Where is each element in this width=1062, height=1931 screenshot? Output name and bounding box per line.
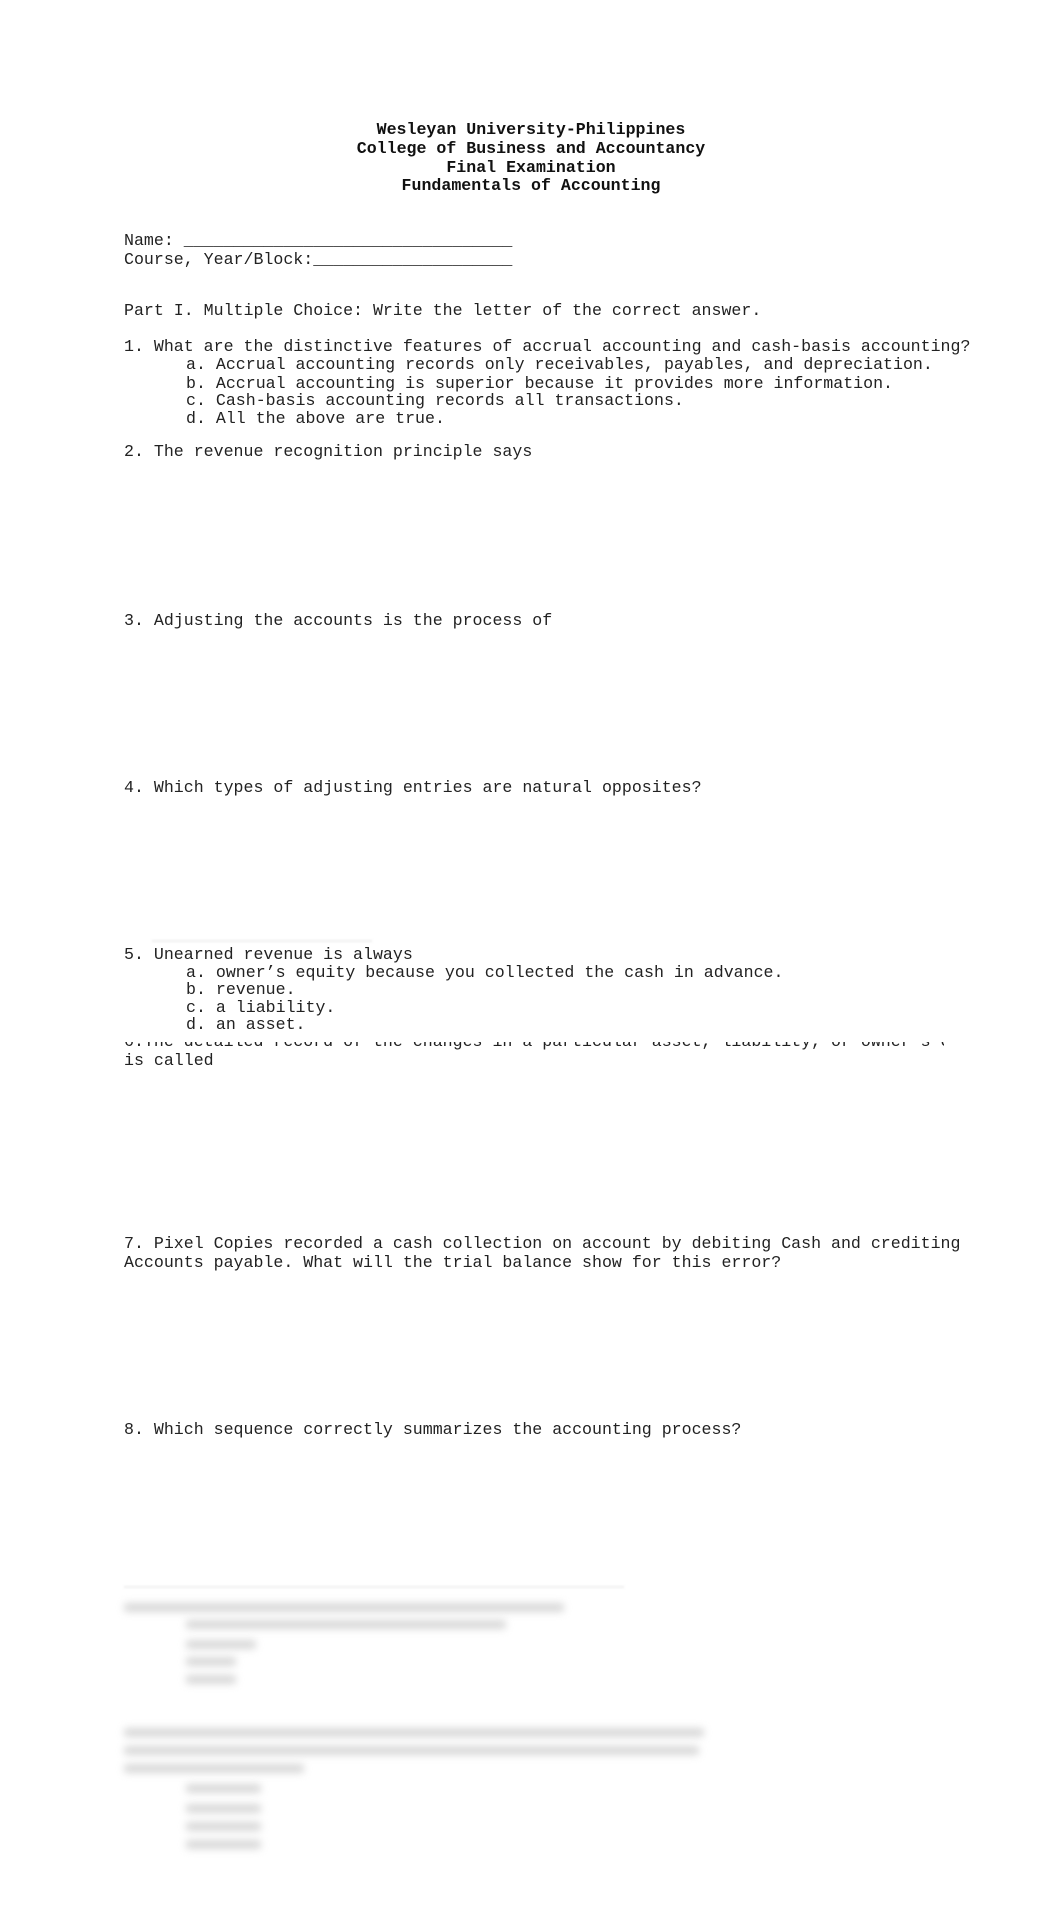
- question-6-line1: 6.The detailed record of the changes in …: [124, 1042, 944, 1051]
- question-1: 1. What are the distinctive features of …: [124, 337, 971, 356]
- q1-option-a: a. Accrual accounting records only recei…: [186, 355, 933, 374]
- subject-title: Fundamentals of Accounting: [401, 176, 661, 195]
- university-name: Wesleyan University-Philippines: [376, 120, 686, 139]
- part1-instruction: Part I. Multiple Choice: Write the lette…: [124, 301, 762, 320]
- name-field: Name: _________________________________: [124, 231, 513, 250]
- exam-title: Final Examination: [446, 158, 616, 177]
- college-name: College of Business and Accountancy: [356, 139, 706, 158]
- q5-option-b: b. revenue.: [186, 980, 296, 999]
- q5-option-d: d. an asset.: [186, 1015, 306, 1034]
- course-field: Course, Year/Block:____________________: [124, 250, 513, 269]
- question-3: 3. Adjusting the accounts is the process…: [124, 611, 553, 630]
- question-6-line2: is called: [124, 1051, 214, 1070]
- question-7-line1: 7. Pixel Copies recorded a cash collecti…: [124, 1234, 961, 1253]
- question-6-clipped: 6.The detailed record of the changes in …: [124, 1042, 944, 1051]
- question-5: 5. Unearned revenue is always: [124, 945, 413, 964]
- q1-option-c: c. Cash-basis accounting records all tra…: [186, 391, 684, 410]
- question-7-line2: Accounts payable. What will the trial ba…: [124, 1253, 782, 1272]
- faint-line: [152, 940, 372, 942]
- question-4: 4. Which types of adjusting entries are …: [124, 778, 702, 797]
- question-2: 2. The revenue recognition principle say…: [124, 442, 533, 461]
- question-8: 8. Which sequence correctly summarizes t…: [124, 1420, 742, 1439]
- q1-option-d: d. All the above are true.: [186, 409, 445, 428]
